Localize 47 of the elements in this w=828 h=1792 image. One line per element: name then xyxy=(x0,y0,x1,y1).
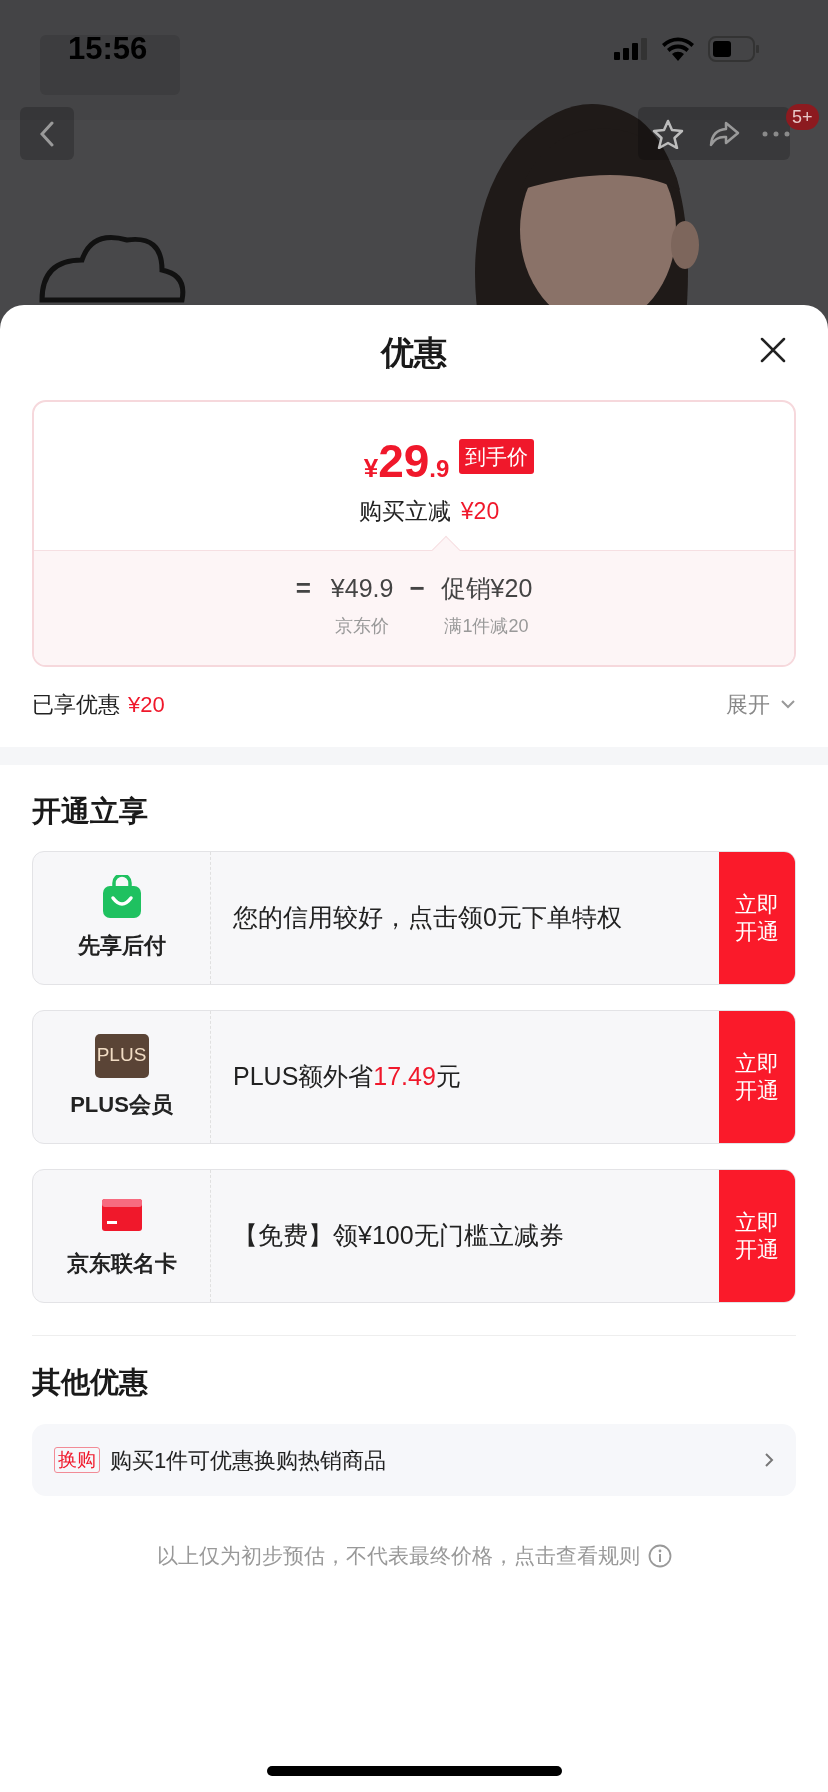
enjoyed-amount: ¥20 xyxy=(128,690,165,719)
discount-label: 购买立减 xyxy=(358,497,451,526)
close-button[interactable] xyxy=(758,335,788,365)
offer-text: 【免费】领¥100无门槛立减券 xyxy=(233,1220,564,1252)
equals-sign: = xyxy=(295,572,311,605)
promotion-text: 购买1件可优惠换购热销商品 xyxy=(110,1446,388,1475)
promotion-tag: 换购 xyxy=(54,1447,100,1473)
enjoyed-label: 已享优惠 xyxy=(32,690,120,719)
activate-button[interactable]: 立即开通 xyxy=(719,1170,795,1302)
chevron-right-icon xyxy=(764,1452,774,1468)
back-button[interactable] xyxy=(20,107,74,160)
final-price: ¥29.9 xyxy=(363,438,450,484)
close-icon xyxy=(760,337,786,363)
notification-badge: 5+ xyxy=(786,104,819,130)
battery-icon xyxy=(708,36,760,62)
breakdown-label: 京东价 xyxy=(335,615,390,638)
sheet-title: 优惠 xyxy=(381,332,447,373)
disclaimer-text: 以上仅为初步预估，不代表最终价格，点击查看规则 xyxy=(156,1543,640,1569)
shopping-bag-icon xyxy=(101,874,142,919)
section-title: 其他优惠 xyxy=(32,1364,148,1400)
breakdown-amount: ¥49.9 xyxy=(330,573,394,604)
star-icon xyxy=(652,119,684,149)
chevron-down-icon xyxy=(780,699,796,709)
expand-button[interactable]: 展开 xyxy=(726,687,796,721)
offer-name: 先享后付 xyxy=(77,931,166,960)
signal-icon xyxy=(614,38,648,60)
activate-button[interactable]: 立即开通 xyxy=(719,852,795,984)
back-icon xyxy=(40,120,54,147)
wifi-icon xyxy=(662,37,694,61)
section-title: 开通立享 xyxy=(32,793,148,829)
activate-button[interactable]: 立即开通 xyxy=(719,1011,795,1143)
price-tag: 到手价 xyxy=(459,438,535,474)
discount-amount: ¥20 xyxy=(460,497,500,526)
plus-badge: PLUS xyxy=(94,1033,149,1078)
promotion-row[interactable]: 换购 购买1件可优惠换购热销商品 xyxy=(32,1424,796,1496)
offer-text: 您的信用较好，点击领0元下单特权 xyxy=(233,902,622,934)
minus-sign: − xyxy=(409,572,425,605)
share-icon xyxy=(708,120,740,148)
status-time: 15:56 xyxy=(68,29,148,68)
credit-card-icon xyxy=(101,1198,142,1231)
offer-name: 京东联名卡 xyxy=(66,1249,177,1278)
offer-name: PLUS会员 xyxy=(70,1090,173,1119)
breakdown-label: 满1件减20 xyxy=(444,615,529,638)
more-icon xyxy=(762,131,790,137)
info-icon xyxy=(647,1543,672,1568)
breakdown-amount: 促销¥20 xyxy=(440,573,533,604)
offer-text: PLUS额外省17.49元 xyxy=(233,1061,461,1093)
